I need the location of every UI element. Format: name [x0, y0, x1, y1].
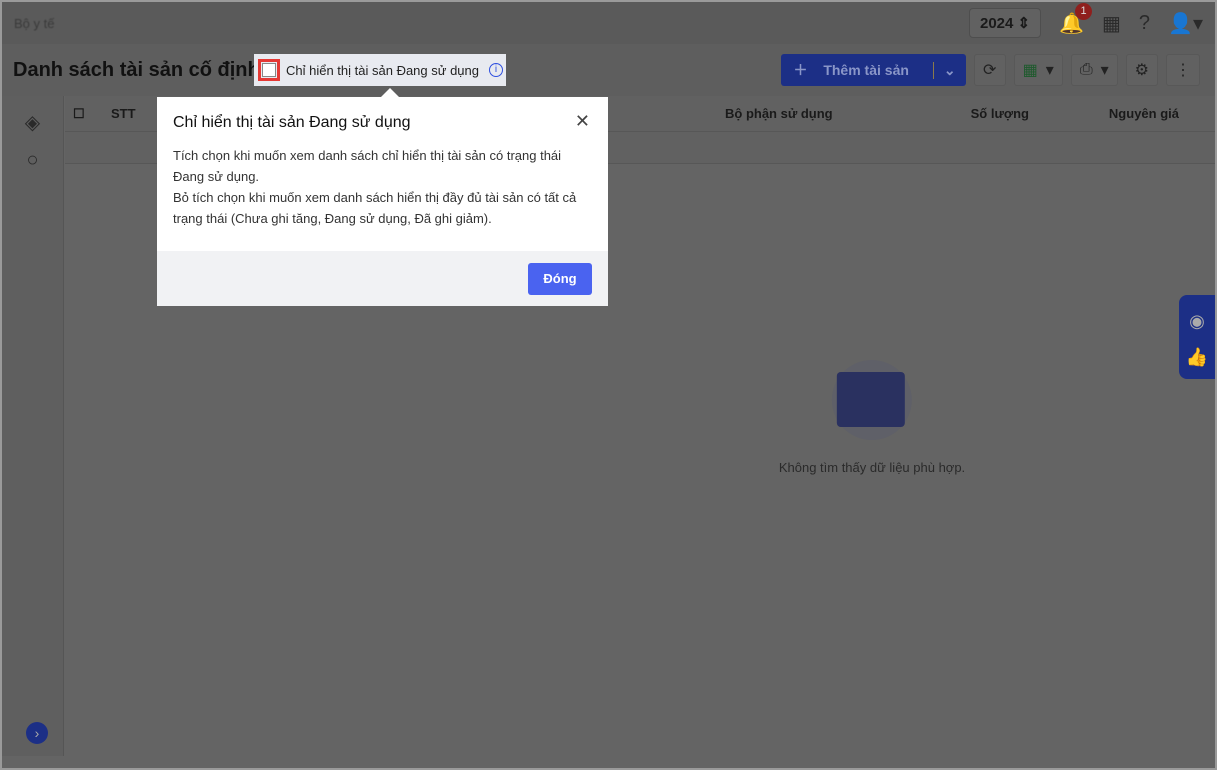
top-bar: Bộ y tế 2024 ⇕ 🔔 1 ▦ ? 👤▾: [2, 2, 1215, 44]
column-department: Bộ phận sử dụng: [725, 106, 833, 121]
close-icon[interactable]: ✕: [575, 111, 590, 132]
popover-title: Chỉ hiển thị tài sản Đang sử dụng: [173, 114, 411, 131]
refresh-icon[interactable]: ⟳: [973, 54, 1006, 86]
page-title: Danh sách tài sản cố định: [13, 58, 260, 81]
column-quantity: Số lượng: [970, 106, 1029, 121]
bell-icon[interactable]: 🔔 1: [1059, 2, 1093, 36]
more-icon[interactable]: ⋮: [1166, 54, 1200, 86]
popover-line-2: Bỏ tích chọn khi muốn xem danh sách hiển…: [173, 190, 577, 226]
title-bar: Danh sách tài sản cố định ＋ Thêm tài sản…: [2, 44, 1215, 96]
info-popover: Chỉ hiển thị tài sản Đang sử dụng ✕ Tích…: [157, 97, 608, 306]
sidebar: ◈ ○ ›: [2, 96, 64, 756]
layers-icon[interactable]: ◈: [2, 110, 63, 135]
floating-widget[interactable]: ◉ 👍: [1179, 295, 1215, 379]
search-icon[interactable]: ○: [2, 149, 63, 172]
excel-export-button[interactable]: ▦ ▾: [1013, 54, 1063, 86]
notification-badge: 1: [1075, 2, 1093, 20]
empty-message: Không tìm thấy dữ liệu phù hợp.: [778, 460, 966, 475]
expand-icon[interactable]: ›: [26, 722, 48, 744]
active-only-label: Chỉ hiển thị tài sản Đang sử dụng: [286, 62, 479, 78]
user-icon[interactable]: 👤▾: [1168, 11, 1203, 36]
active-only-checkbox[interactable]: [258, 59, 280, 81]
apps-grid-icon[interactable]: ▦: [1102, 11, 1121, 36]
select-all-checkbox[interactable]: ☐: [65, 106, 103, 122]
feedback-icon[interactable]: 👍: [1179, 339, 1215, 375]
gear-icon[interactable]: ⚙: [1125, 54, 1158, 86]
year-value: 2024: [979, 15, 1014, 32]
info-icon[interactable]: i: [489, 63, 503, 77]
folder-icon: [832, 360, 912, 440]
empty-state: Không tìm thấy dữ liệu phù hợp.: [779, 360, 965, 475]
excel-icon: ▦: [1022, 62, 1038, 79]
close-button[interactable]: Đóng: [528, 263, 592, 295]
active-only-filter[interactable]: Chỉ hiển thị tài sản Đang sử dụng i: [254, 54, 506, 86]
column-original-cost: Nguyên giá: [1108, 106, 1179, 121]
chevron-down-icon[interactable]: ⌄: [932, 61, 966, 79]
add-asset-button[interactable]: ＋ Thêm tài sản ⌄: [781, 54, 966, 86]
add-asset-label: Thêm tài sản: [823, 62, 909, 78]
printer-icon: ⎙: [1079, 61, 1093, 78]
popover-line-1: Tích chọn khi muốn xem danh sách chỉ hiể…: [173, 148, 562, 184]
help-icon[interactable]: ?: [1139, 12, 1150, 35]
chat-icon[interactable]: ◉: [1179, 303, 1215, 339]
organization-name: Bộ y tế: [14, 15, 55, 31]
year-selector[interactable]: 2024 ⇕: [968, 8, 1042, 38]
print-button[interactable]: ⎙ ▾: [1070, 54, 1118, 86]
